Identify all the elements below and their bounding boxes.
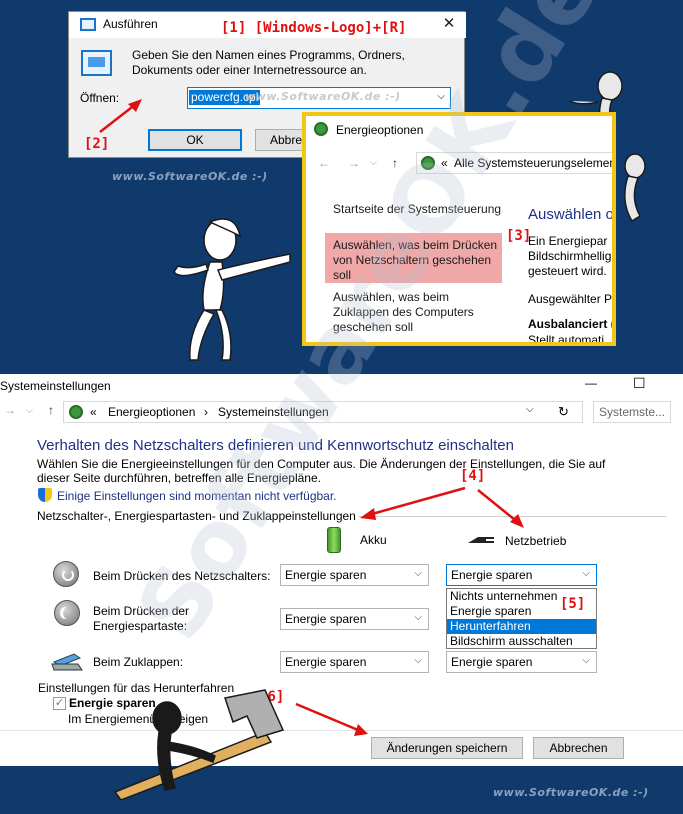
- energy-breadcrumb-sep: «: [441, 156, 448, 170]
- sleep-menu-checkbox[interactable]: ✓: [53, 697, 66, 710]
- sleep-button-battery-value: Energie sparen: [285, 612, 367, 626]
- chevron-down-icon: ⌵: [414, 568, 422, 579]
- energy-main-text: Ein Energiepar Bildschirmhellig gesteuer…: [528, 234, 612, 278]
- annotation-step5: [5]: [560, 596, 586, 612]
- arrow-step6: [295, 702, 368, 736]
- breadcrumb-current[interactable]: Systemeinstellungen: [218, 405, 329, 419]
- run-app-icon: [80, 18, 96, 31]
- chevron-down-icon[interactable]: ⌵: [437, 91, 445, 102]
- breadcrumb-chevron-icon: ›: [204, 405, 208, 419]
- chevron-down-icon: ⌵: [582, 655, 590, 666]
- watermark-left: www.SoftwareOK.de :-): [112, 170, 268, 183]
- control-panel-icon: [69, 405, 83, 419]
- energy-breadcrumb[interactable]: Alle Systemsteuerungselement: [454, 156, 612, 170]
- system-settings-title-bar: Systemeinstellungen — ☐: [0, 374, 683, 396]
- up-arrow-icon[interactable]: ↑: [392, 156, 398, 170]
- ok-button[interactable]: OK: [148, 129, 242, 151]
- option-display-off[interactable]: Bildschirm ausschalten: [447, 634, 596, 649]
- chevron-down-icon[interactable]: ⌵: [526, 404, 534, 415]
- up-arrow-icon[interactable]: ↑: [48, 403, 54, 417]
- sidebar-item-lid[interactable]: Auswählen, was beim Zuklappen des Comput…: [333, 290, 493, 335]
- breadcrumb-root[interactable]: Energieoptionen: [108, 405, 195, 419]
- chevron-down-icon[interactable]: ⌵: [26, 405, 33, 416]
- energy-options-window: Energieoptionen ← → ⌵ ↑ « Alle Systemste…: [302, 112, 616, 346]
- run-title: Ausführen: [103, 17, 158, 31]
- chevron-down-icon: ⌵: [582, 568, 590, 579]
- sidebar-item-home[interactable]: Startseite der Systemsteuerung: [333, 202, 523, 216]
- power-button-icon: [53, 561, 79, 587]
- energy-main-heading: Auswählen o: [528, 206, 614, 223]
- refresh-icon[interactable]: ↻: [558, 404, 569, 420]
- system-address-bar[interactable]: « Energieoptionen › Systemeinstellungen …: [63, 401, 583, 423]
- option-shutdown[interactable]: Herunterfahren: [447, 619, 596, 634]
- watermark-run: www.SoftwareOK.de :-): [245, 90, 401, 103]
- shield-icon: [38, 488, 52, 502]
- cancel-settings-button[interactable]: Abbrechen: [533, 737, 624, 759]
- search-input[interactable]: Systemste...: [593, 401, 671, 423]
- battery-icon: [327, 527, 341, 553]
- row-power-button-label: Beim Drücken des Netzschalters:: [93, 569, 271, 583]
- unavailable-settings-link[interactable]: Einige Einstellungen sind momentan nicht…: [57, 489, 337, 503]
- chevron-down-icon: ⌵: [414, 655, 422, 666]
- power-button-ac-value: Energie sparen: [451, 568, 533, 582]
- run-program-icon: [81, 50, 112, 76]
- power-button-ac-select[interactable]: Energie sparen ⌵: [446, 564, 597, 586]
- control-panel-icon: [314, 122, 328, 136]
- annotation-step1: [1] [Windows-Logo]+[R]: [221, 20, 407, 36]
- sleep-button-battery-select[interactable]: Energie sparen ⌵: [280, 608, 429, 630]
- power-button-battery-value: Energie sparen: [285, 568, 367, 582]
- save-changes-button[interactable]: Änderungen speichern: [371, 737, 523, 759]
- page-title: Verhalten des Netzschalters definieren u…: [37, 437, 514, 454]
- energy-options-title: Energieoptionen: [336, 123, 424, 137]
- maximize-icon[interactable]: ☐: [633, 375, 646, 392]
- lid-ac-select[interactable]: Energie sparen ⌵: [446, 651, 597, 673]
- system-settings-title: Systemeinstellungen: [0, 379, 111, 393]
- control-panel-icon: [421, 156, 435, 170]
- lid-battery-select[interactable]: Energie sparen ⌵: [280, 651, 429, 673]
- sidebar-item-power-buttons[interactable]: Auswählen, was beim Drücken von Netzscha…: [333, 238, 503, 283]
- energy-plan-name[interactable]: Ausbalanciert (: [528, 317, 612, 331]
- energy-selected-label: Ausgewählter P: [528, 292, 613, 306]
- energy-plan-description: Stellt automati: [528, 333, 605, 346]
- lid-battery-value: Energie sparen: [285, 655, 367, 669]
- stick-figure-hammer: [113, 689, 285, 800]
- breadcrumb-sep: «: [90, 405, 97, 419]
- watermark-bottom: www.SoftwareOK.de :-): [493, 786, 649, 799]
- arrow-step2: [99, 99, 142, 133]
- back-arrow-icon[interactable]: →: [4, 403, 16, 417]
- lid-ac-value: Energie sparen: [451, 655, 533, 669]
- sleep-button-icon: [54, 600, 80, 626]
- arrows-step4: [360, 486, 524, 528]
- chevron-down-icon: ⌵: [414, 612, 422, 623]
- forward-arrow-icon[interactable]: →: [348, 156, 360, 170]
- run-description: Geben Sie den Namen eines Programms, Ord…: [132, 48, 405, 77]
- chevron-down-icon[interactable]: ⌵: [370, 157, 377, 168]
- row-lid-label: Beim Zuklappen:: [93, 655, 184, 669]
- row-sleep-button-label: Beim Drücken der Energiespartaste:: [93, 604, 190, 633]
- annotation-step2: [2]: [84, 136, 110, 152]
- back-arrow-icon[interactable]: ←: [318, 156, 330, 170]
- section-title: Netzschalter-, Energiespartasten- und Zu…: [37, 509, 356, 523]
- power-button-battery-select[interactable]: Energie sparen ⌵: [280, 564, 429, 586]
- minimize-icon[interactable]: —: [585, 376, 597, 390]
- close-icon[interactable]: ✕: [439, 14, 459, 34]
- stick-figure-pointing: [173, 218, 291, 361]
- energy-address-bar[interactable]: « Alle Systemsteuerungselement: [416, 152, 612, 174]
- laptop-lid-icon: [50, 650, 84, 672]
